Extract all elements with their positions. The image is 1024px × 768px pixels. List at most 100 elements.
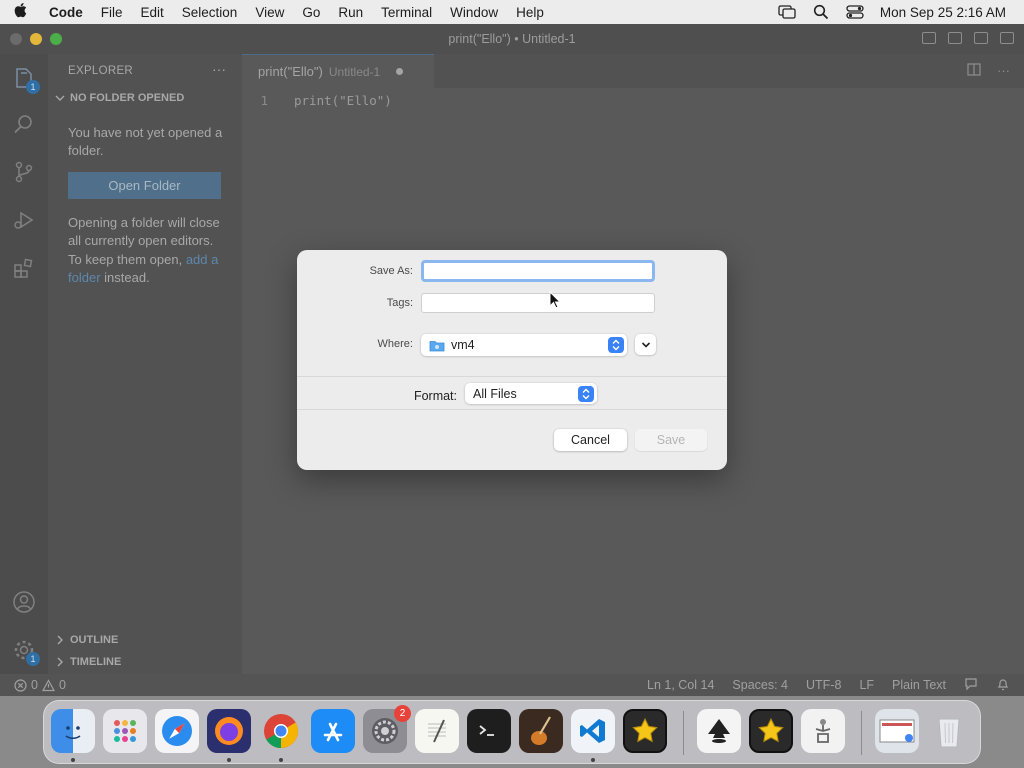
automator-icon[interactable] <box>801 709 845 753</box>
dialog-divider <box>297 409 727 410</box>
where-select[interactable]: vm4 <box>421 334 627 356</box>
save-dialog: Save As: Tags: Where: vm4 Format: All Fi… <box>297 250 727 470</box>
editor-tab[interactable]: print("Ello") Untitled-1 <box>242 54 434 88</box>
chevron-right-icon <box>57 657 63 667</box>
finder-running-dot <box>71 758 75 762</box>
editor-actions: ··· <box>967 63 1010 79</box>
maximize-window-button[interactable] <box>50 33 62 45</box>
terminal-icon[interactable] <box>467 709 511 753</box>
screen-mirroring-icon[interactable] <box>778 5 796 19</box>
menu-bar: Code File Edit Selection View Go Run Ter… <box>0 0 1024 24</box>
dock: 2 <box>43 700 981 764</box>
instruments-guitar-icon[interactable] <box>519 709 563 753</box>
dock-separator <box>861 711 862 755</box>
line-text[interactable]: print("Ello") <box>282 93 392 108</box>
up-down-arrows-icon <box>578 386 594 402</box>
chrome-running-dot <box>279 758 283 762</box>
tags-input[interactable] <box>421 293 655 313</box>
minimize-window-button[interactable] <box>30 33 42 45</box>
warning-icon <box>41 678 55 691</box>
menu-window[interactable]: Window <box>441 5 507 20</box>
cancel-button[interactable]: Cancel <box>554 429 627 451</box>
manage-gear-icon[interactable]: 1 <box>12 638 40 666</box>
window-controls <box>10 33 62 45</box>
unsaved-dot-icon[interactable] <box>396 68 404 75</box>
no-folder-section-header[interactable]: NO FOLDER OPENED <box>54 92 184 104</box>
chevron-down-icon <box>55 95 65 101</box>
status-bar: 0 0 Ln 1, Col 14 Spaces: 4 UTF-8 LF Plai… <box>0 674 1024 696</box>
menu-help[interactable]: Help <box>507 5 553 20</box>
chrome-icon[interactable] <box>259 709 303 753</box>
menu-run[interactable]: Run <box>329 5 372 20</box>
split-editor-icon[interactable] <box>967 63 981 79</box>
textedit-icon[interactable] <box>415 709 459 753</box>
accounts-icon[interactable] <box>12 590 36 614</box>
more-actions-icon[interactable]: ··· <box>212 61 226 77</box>
finder-icon[interactable] <box>51 709 95 753</box>
menu-app-name[interactable]: Code <box>40 5 92 20</box>
where-value: vm4 <box>451 338 475 352</box>
code-line[interactable]: 1 print("Ello") <box>242 90 392 110</box>
outline-section-header[interactable]: OUTLINE <box>54 634 118 646</box>
system-settings-icon[interactable]: 2 <box>363 705 411 753</box>
run-debug-icon[interactable] <box>12 208 36 232</box>
toggle-panel-icon[interactable] <box>948 32 962 44</box>
menu-view[interactable]: View <box>246 5 293 20</box>
save-as-label: Save As: <box>369 265 413 277</box>
outline-label: OUTLINE <box>70 634 119 646</box>
explorer-icon[interactable]: 1 <box>12 66 40 94</box>
cursor-position[interactable]: Ln 1, Col 14 <box>647 678 714 692</box>
open-folder-button[interactable]: Open Folder <box>68 172 221 199</box>
spotlight-search-icon[interactable] <box>812 4 830 20</box>
safari-icon[interactable] <box>155 709 199 753</box>
dialog-divider <box>297 376 727 377</box>
apple-menu-icon[interactable] <box>0 2 40 22</box>
trash-icon[interactable] <box>927 709 971 753</box>
more-editor-actions-icon[interactable]: ··· <box>997 63 1010 79</box>
menu-go[interactable]: Go <box>293 5 329 20</box>
error-icon <box>14 678 27 692</box>
language-mode[interactable]: Plain Text <box>892 678 946 692</box>
problems-indicator[interactable]: 0 0 <box>14 678 66 692</box>
format-select[interactable]: All Files <box>465 383 597 404</box>
screenshot-thumbnail-icon[interactable] <box>875 709 919 753</box>
save-as-input[interactable] <box>421 260 655 282</box>
feedback-icon[interactable] <box>964 677 978 694</box>
menu-edit[interactable]: Edit <box>132 5 173 20</box>
launchpad-icon[interactable] <box>103 709 147 753</box>
save-button[interactable]: Save <box>635 429 707 451</box>
vscode-running-dot <box>591 758 595 762</box>
search-icon[interactable] <box>12 112 36 136</box>
app-store-icon[interactable] <box>311 709 355 753</box>
end-of-line[interactable]: LF <box>859 678 874 692</box>
tags-label: Tags: <box>386 297 413 309</box>
expand-dialog-button[interactable] <box>635 334 656 355</box>
customize-layout-icon[interactable] <box>1000 32 1014 44</box>
mouse-pointer-icon <box>549 290 562 314</box>
toggle-primary-sidebar-icon[interactable] <box>922 32 936 44</box>
firefox-icon[interactable] <box>207 709 251 753</box>
close-window-button[interactable] <box>10 33 22 45</box>
encoding[interactable]: UTF-8 <box>806 678 841 692</box>
menu-file[interactable]: File <box>92 5 132 20</box>
menubar-clock[interactable]: Mon Sep 25 2:16 AM <box>880 5 1006 20</box>
no-folder-section-title: NO FOLDER OPENED <box>70 92 185 104</box>
photo-slideshow-icon[interactable] <box>623 709 667 753</box>
indentation[interactable]: Spaces: 4 <box>732 678 788 692</box>
photo-slideshow-icon[interactable] <box>749 709 793 753</box>
error-count: 0 <box>31 678 38 692</box>
tab-description: Untitled-1 <box>328 64 381 79</box>
line-number: 1 <box>260 92 268 108</box>
notifications-bell-icon[interactable] <box>996 677 1010 694</box>
inkscape-icon[interactable] <box>697 709 741 753</box>
control-center-icon[interactable] <box>846 5 864 19</box>
hint-suffix: instead. <box>104 269 150 285</box>
menu-selection[interactable]: Selection <box>173 5 247 20</box>
vscode-icon[interactable] <box>571 709 615 753</box>
extensions-icon[interactable] <box>12 256 36 280</box>
source-control-icon[interactable] <box>12 160 36 184</box>
settings-badge: 1 <box>26 652 40 666</box>
toggle-secondary-sidebar-icon[interactable] <box>974 32 988 44</box>
menu-terminal[interactable]: Terminal <box>372 5 441 20</box>
timeline-section-header[interactable]: TIMELINE <box>54 656 121 668</box>
